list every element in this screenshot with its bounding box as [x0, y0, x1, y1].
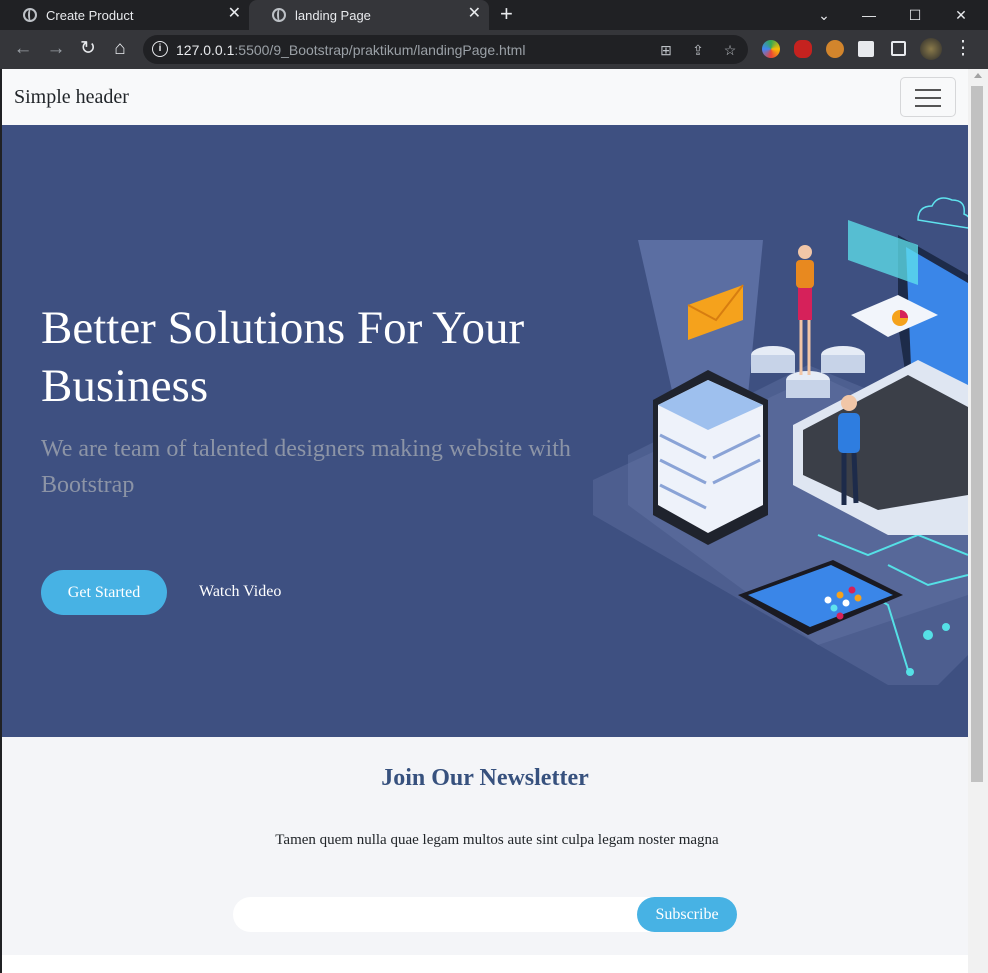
share-icon[interactable]: ⇪ [689, 41, 707, 59]
translate-icon[interactable]: ⊞ [657, 41, 675, 59]
star-icon[interactable]: ☆ [721, 41, 739, 59]
extension-chrome-icon[interactable] [762, 40, 780, 58]
url-text: 127.0.0.1:5500/9_Bootstrap/praktikum/lan… [176, 42, 525, 58]
more-menu-icon[interactable]: ⋮ [952, 38, 974, 60]
newsletter-section: Join Our Newsletter Tamen quem nulla qua… [2, 737, 968, 955]
window-close-icon[interactable]: ✕ [938, 0, 984, 30]
globe-icon [272, 8, 286, 22]
site-header: Simple header [2, 69, 968, 125]
scroll-up-icon[interactable] [974, 73, 982, 78]
subscribe-button[interactable]: Subscribe [637, 897, 737, 932]
newsletter-form: Subscribe [233, 897, 737, 932]
home-icon[interactable]: ⌂ [109, 38, 131, 60]
page-viewport: Simple header Better Solutions For Your … [2, 69, 968, 973]
browser-toolbar: ← → ↻ ⌂ i 127.0.0.1:5500/9_Bootstrap/pra… [0, 30, 988, 69]
tab-title: landing Page [295, 7, 371, 23]
tab-title: Create Product [46, 7, 134, 23]
next-section-edge [2, 955, 968, 973]
get-started-button[interactable]: Get Started [41, 570, 167, 615]
reload-icon[interactable]: ↻ [77, 38, 99, 60]
browser-tab-bar: Create Product ✕ landing Page ✕ + ⌄ — ☐ … [0, 0, 988, 30]
brand-link[interactable]: Simple header [14, 86, 129, 109]
arrow-right-icon[interactable]: → [45, 38, 67, 60]
hero-title: Better Solutions For Your Business [41, 302, 525, 412]
arrow-left-icon[interactable]: ← [12, 38, 34, 60]
page-scrollbar[interactable] [968, 69, 988, 973]
hero-subtitle: We are team of talented designers making… [41, 436, 571, 498]
maximize-icon[interactable]: ☐ [892, 0, 938, 30]
navbar-toggler-button[interactable] [900, 77, 956, 117]
newsletter-title: Join Our Newsletter [381, 765, 589, 791]
close-icon[interactable]: ✕ [468, 6, 481, 22]
address-bar[interactable]: i 127.0.0.1:5500/9_Bootstrap/praktikum/l… [143, 35, 748, 64]
avatar[interactable] [920, 38, 942, 60]
tab-create-product[interactable]: Create Product ✕ [0, 0, 249, 30]
hamburger-icon [915, 105, 941, 107]
cookie-icon[interactable] [826, 40, 844, 58]
side-panel-icon[interactable] [891, 41, 906, 56]
globe-icon [23, 8, 37, 22]
new-tab-button[interactable]: + [500, 3, 513, 25]
email-input[interactable] [243, 901, 623, 928]
url-path: :5500/9_Bootstrap/praktikum/landingPage.… [234, 42, 526, 58]
tab-landing-page[interactable]: landing Page ✕ [249, 0, 489, 30]
minimize-icon[interactable]: — [846, 0, 892, 30]
scrollbar-thumb[interactable] [971, 86, 983, 782]
close-icon[interactable]: ✕ [228, 6, 241, 22]
hamburger-icon [915, 89, 941, 91]
site-info-icon[interactable]: i [152, 41, 168, 57]
hero-illustration [593, 197, 968, 685]
hero-section: Better Solutions For Your Business We ar… [2, 125, 968, 737]
url-host: 127.0.0.1 [176, 42, 235, 58]
extension-eye-icon[interactable] [794, 40, 812, 58]
puzzle-icon[interactable] [858, 41, 874, 57]
tab-search-icon[interactable]: ⌄ [801, 0, 847, 30]
newsletter-text: Tamen quem nulla quae legam multos aute … [275, 832, 719, 848]
hamburger-icon [915, 97, 941, 99]
watch-video-link[interactable]: Watch Video [199, 583, 281, 601]
